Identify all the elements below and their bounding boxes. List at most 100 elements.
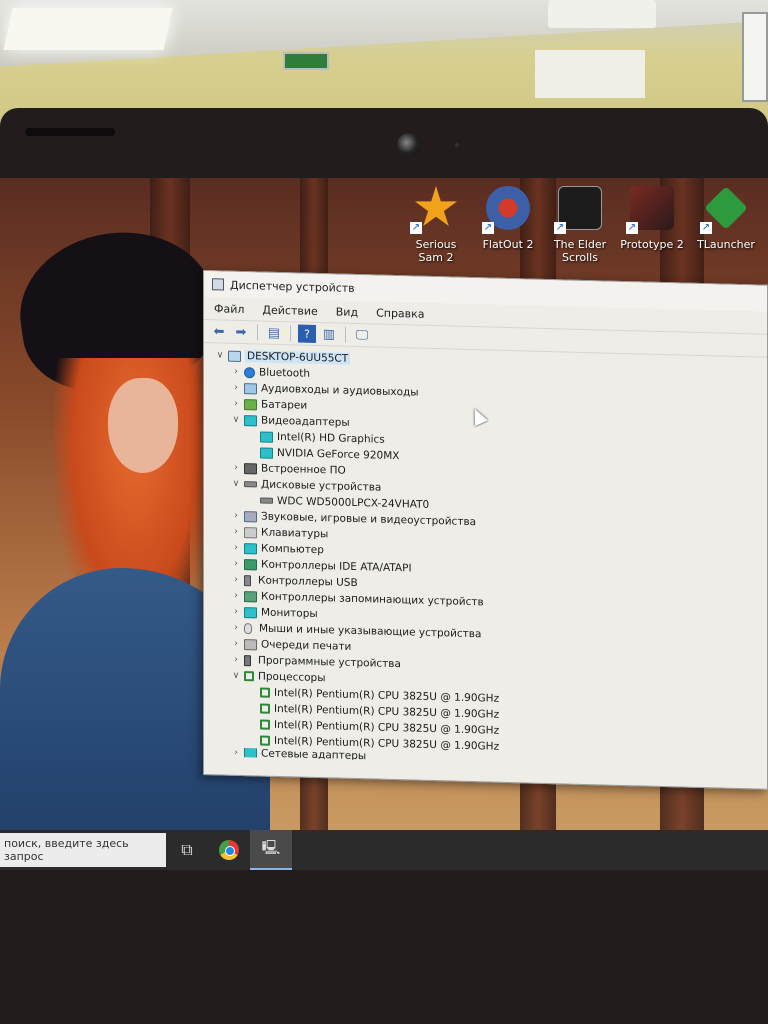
tree-item-label: Дисковые устройства — [261, 478, 382, 494]
menu-action[interactable]: Действие — [260, 301, 319, 320]
taskbar-search-input[interactable]: поиск, введите здесь запрос — [0, 833, 166, 867]
chevron-right-icon[interactable]: › — [230, 559, 242, 569]
desktop-icon-label: Serious Sam 2 — [415, 238, 457, 264]
tree-item-label: Компьютер — [261, 542, 324, 557]
network-icon — [244, 747, 257, 759]
chevron-down-icon[interactable]: ∨ — [230, 479, 242, 489]
chevron-right-icon[interactable]: › — [230, 639, 242, 649]
storage-icon — [244, 590, 257, 602]
computer-icon — [228, 350, 241, 362]
ide-icon — [244, 558, 257, 570]
bezel-slot — [25, 128, 115, 136]
chevron-down-icon[interactable]: ∨ — [230, 415, 242, 425]
chevron-right-icon[interactable]: › — [230, 655, 242, 665]
device-manager-icon — [212, 278, 224, 291]
bluetooth-icon — [244, 366, 255, 378]
desktop-icon-prototype[interactable]: ↗ Prototype 2 — [618, 178, 686, 268]
properties-icon[interactable]: ▤ — [265, 324, 283, 342]
processor-icon — [260, 687, 270, 698]
ceiling-light — [3, 8, 173, 50]
shortcut-arrow-icon: ↗ — [700, 222, 712, 234]
desktop-icon-flatout[interactable]: ↗ FlatOut 2 — [474, 178, 542, 268]
door — [742, 12, 768, 102]
webcam-led — [455, 143, 459, 147]
printer-icon — [244, 638, 257, 650]
chrome-icon — [219, 840, 239, 860]
shortcut-arrow-icon: ↗ — [626, 222, 638, 234]
tree-item-label: Контроллеры USB — [258, 574, 358, 590]
computer-icon — [244, 542, 257, 554]
webcam-icon — [397, 133, 421, 157]
chevron-right-icon[interactable]: › — [230, 747, 242, 757]
desktop-icon-label: The Elder Scrolls — [553, 238, 607, 264]
task-view-button[interactable]: ⧉ — [166, 830, 208, 870]
menu-view[interactable]: Вид — [334, 303, 360, 321]
audio-icon — [244, 382, 257, 394]
chevron-right-icon[interactable]: › — [230, 623, 242, 633]
menu-file[interactable]: Файл — [212, 300, 246, 318]
chevron-down-icon[interactable]: ∨ — [214, 350, 226, 360]
menu-help[interactable]: Справка — [374, 304, 426, 322]
monitor-icon — [244, 606, 257, 618]
usb-icon — [244, 574, 251, 586]
chevron-right-icon[interactable]: › — [230, 607, 242, 617]
chevron-right-icon[interactable]: › — [230, 511, 242, 521]
desktop-icon-label: FlatOut 2 — [482, 238, 534, 251]
software-device-icon — [244, 654, 251, 666]
tree-root-label: DESKTOP-6UU55CT — [245, 350, 351, 365]
air-conditioner — [548, 0, 656, 28]
tree-item-label: Bluetooth — [259, 366, 310, 380]
chevron-right-icon[interactable]: › — [230, 463, 242, 473]
chevron-right-icon[interactable]: › — [230, 383, 242, 393]
wall-panel — [535, 50, 645, 98]
chevron-right-icon[interactable]: › — [230, 591, 242, 601]
sound-icon — [244, 510, 257, 522]
taskbar: поиск, введите здесь запрос ⧉ 🖳 — [0, 830, 768, 870]
tree-device-label: Intel(R) HD Graphics — [277, 430, 385, 446]
device-manager-taskbar-button[interactable]: 🖳 — [250, 830, 292, 870]
chevron-right-icon[interactable]: › — [230, 399, 242, 409]
chevron-down-icon[interactable]: ∨ — [230, 671, 242, 681]
window-title: Диспетчер устройств — [230, 278, 355, 295]
monitor-icon[interactable]: 🖵 — [353, 326, 371, 344]
tree-device-label: NVIDIA GeForce 920MX — [277, 446, 400, 463]
shortcut-arrow-icon: ↗ — [554, 222, 566, 234]
chrome-taskbar-button[interactable] — [208, 830, 250, 870]
display-adapter-icon — [244, 414, 257, 426]
tree-item-label: Батареи — [261, 398, 308, 412]
processor-icon — [260, 735, 270, 746]
battery-icon — [244, 398, 257, 410]
desktop-icon-label: Prototype 2 — [620, 238, 684, 251]
task-view-icon: ⧉ — [181, 840, 193, 859]
help-icon[interactable]: ? — [298, 324, 316, 343]
tree-item-label: Видеоадаптеры — [261, 414, 350, 429]
processor-icon — [260, 703, 270, 714]
tree-item-label: Процессоры — [258, 670, 326, 685]
forward-icon[interactable]: ➡ — [232, 323, 250, 341]
desktop-icon-tlauncher[interactable]: ↗ TLauncher — [692, 178, 760, 268]
firmware-icon — [244, 462, 257, 474]
shortcut-arrow-icon: ↗ — [410, 222, 422, 234]
back-icon[interactable]: ⬅ — [210, 322, 228, 340]
device-tree: ∨ DESKTOP-6UU55CT › Bluetooth › Аудиовхо… — [204, 343, 767, 771]
view-icon[interactable]: ▥ — [320, 325, 338, 343]
tree-item-label: Клавиатуры — [261, 526, 329, 541]
desktop-icon-elder-scrolls[interactable]: ↗ The Elder Scrolls — [546, 178, 614, 268]
disk-icon — [260, 497, 273, 504]
toolbar-separator — [290, 325, 291, 342]
tree-item-label: Очереди печати — [261, 638, 352, 653]
chevron-right-icon[interactable]: › — [230, 543, 242, 553]
tree-item-label: Мониторы — [261, 606, 318, 621]
chevron-right-icon[interactable]: › — [230, 575, 242, 585]
exit-sign — [283, 52, 329, 70]
chevron-right-icon[interactable]: › — [230, 367, 242, 377]
processor-icon — [260, 719, 270, 730]
desktop-icon-label: TLauncher — [697, 238, 755, 251]
keyboard-icon — [244, 526, 257, 538]
shortcut-arrow-icon: ↗ — [482, 222, 494, 234]
chevron-right-icon[interactable]: › — [230, 527, 242, 537]
device-manager-icon: 🖳 — [261, 840, 281, 856]
toolbar-separator — [257, 324, 258, 341]
desktop-icon-serious-sam[interactable]: ↗ Serious Sam 2 — [402, 178, 470, 268]
display-adapter-icon — [260, 430, 273, 443]
